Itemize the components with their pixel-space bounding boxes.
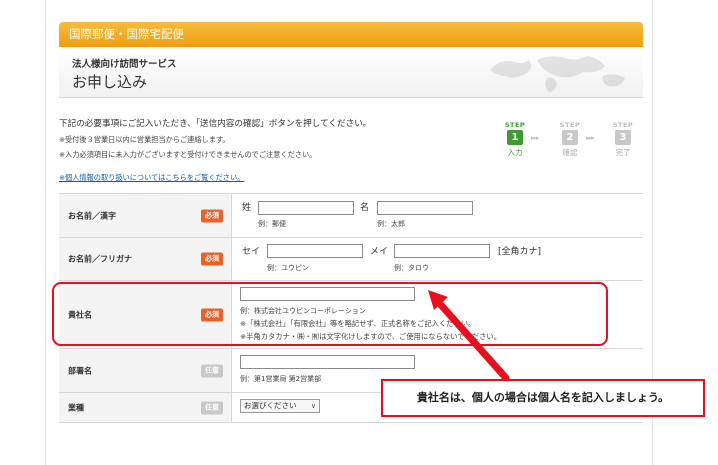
sei-label: 姓 (242, 203, 252, 213)
first-name-kana-input[interactable] (394, 244, 490, 258)
row-name-furigana: お名前／フリガナ 必須 セイ 例：ユウビン メイ 例：タロウ [全角カナ] (59, 238, 643, 281)
annotation-callout: 貴社名は、個人の場合は個人名を記入しましょう。 (381, 379, 705, 417)
intro-instruction: 下記の必要事項にご記入いただき、「送信内容の確認」ボタンを押してください。 (59, 119, 372, 129)
step-label: STEP (612, 121, 634, 129)
step-indicator: STEP 1 入力 ▸▸▸ STEP 2 確認 ▸▸▸ STEP 3 完了 (500, 121, 640, 163)
step-number: 2 (562, 130, 578, 145)
department-example: 例：第1営業局 第2営業部 (240, 375, 322, 383)
service-header-text: 国際郵便・国際宅配便 (69, 27, 184, 41)
step-arrow-icon: ▸▸▸ (531, 134, 539, 142)
page-title: お申し込み (72, 73, 148, 91)
field-label: お名前／漢字 (68, 211, 116, 220)
field-label: 業種 (68, 403, 84, 412)
step-label: STEP (504, 121, 526, 129)
privacy-policy-link[interactable]: ※個人情報の取り扱いについてはこちらをご覧ください。 (59, 173, 244, 182)
field-input-cell: 姓 例：郵便 名 例：太郎 (232, 194, 643, 237)
first-name-input[interactable] (377, 201, 473, 215)
intro-section: 下記の必要事項にご記入いただき、「送信内容の確認」ボタンを押してください。 ※受… (59, 117, 479, 184)
required-badge: 必須 (201, 308, 223, 321)
last-name-input[interactable] (258, 201, 354, 215)
field-label-cell: お名前／漢字 必須 (59, 194, 232, 237)
company-name-input[interactable] (240, 287, 415, 301)
company-note-formal: ※「株式会社」「有限会社」等を略記せず、正式名称をご記入ください。 (240, 319, 476, 328)
page-title-box: 法人様向け訪問サービス お申し込み (59, 47, 643, 98)
step-arrow-icon: ▸▸▸ (586, 134, 594, 142)
field-input-cell: 例：株式会社ユウビンコーポレーション ※「株式会社」「有限会社」等を略記せず、正… (232, 281, 643, 348)
step-2: STEP 2 確認 (555, 121, 585, 158)
sei-example: 例：郵便 (258, 220, 286, 228)
step-name: 入力 (507, 148, 523, 157)
field-input-cell: セイ 例：ユウビン メイ 例：タロウ [全角カナ] (232, 238, 643, 280)
industry-selected-value: お選びください (244, 401, 297, 410)
field-label-cell: 部署名 任意 (59, 349, 232, 392)
step-number: 1 (507, 130, 523, 145)
chevron-down-icon: ∨ (310, 402, 316, 410)
field-label: お名前／フリガナ (68, 254, 132, 264)
mei-kana-example: 例：タロウ (394, 264, 429, 272)
optional-badge: 任意 (201, 364, 223, 377)
sei-kana-example: 例：ユウビン (267, 264, 309, 272)
department-input[interactable] (240, 355, 415, 369)
step-number: 3 (615, 130, 631, 145)
required-badge: 必須 (201, 252, 223, 266)
mei-kana-label: メイ (370, 247, 389, 257)
field-label-cell: お名前／フリガナ 必須 (59, 238, 232, 280)
company-note-halfwidth: ※半角カタカナ・㈱・㈲は文字化けしますので、ご使用にならないでください。 (240, 332, 501, 341)
world-map-decoration (490, 56, 625, 92)
optional-badge: 任意 (201, 401, 223, 414)
field-label: 貴社名 (68, 310, 92, 319)
required-badge: 必須 (201, 209, 223, 222)
row-company-name: 貴社名 必須 例：株式会社ユウビンコーポレーション ※「株式会社」「有限会社」等… (59, 281, 643, 349)
step-3: STEP 3 完了 (608, 121, 638, 158)
service-header-bar: 国際郵便・国際宅配便 (59, 22, 643, 47)
step-1: STEP 1 入力 (500, 121, 530, 158)
mei-example: 例：太郎 (377, 220, 405, 228)
step-name: 確認 (562, 148, 578, 157)
fullwidth-kana-hint: [全角カナ] (498, 247, 542, 257)
row-name-kanji: お名前／漢字 必須 姓 例：郵便 名 例：太郎 (59, 194, 643, 238)
field-label-cell: 貴社名 必須 (59, 281, 232, 348)
company-example: 例：株式会社ユウビンコーポレーション (240, 307, 366, 315)
industry-select[interactable]: お選びください ∨ (240, 399, 320, 413)
intro-note-contact: ※受付後３営業日以内に営業担当からご連絡します。 (59, 135, 230, 144)
field-label: 部署名 (68, 366, 92, 375)
page-subtitle: 法人様向け訪問サービス (72, 59, 177, 70)
sei-kana-label: セイ (242, 247, 261, 257)
last-name-kana-input[interactable] (267, 244, 363, 258)
step-name: 完了 (615, 148, 631, 157)
mei-label: 名 (360, 203, 370, 213)
step-label: STEP (559, 121, 581, 129)
field-label-cell: 業種 任意 (59, 393, 232, 422)
intro-note-required: ※入力必須項目に未入力がございますと受付けできませんのでご注意ください。 (59, 150, 317, 159)
